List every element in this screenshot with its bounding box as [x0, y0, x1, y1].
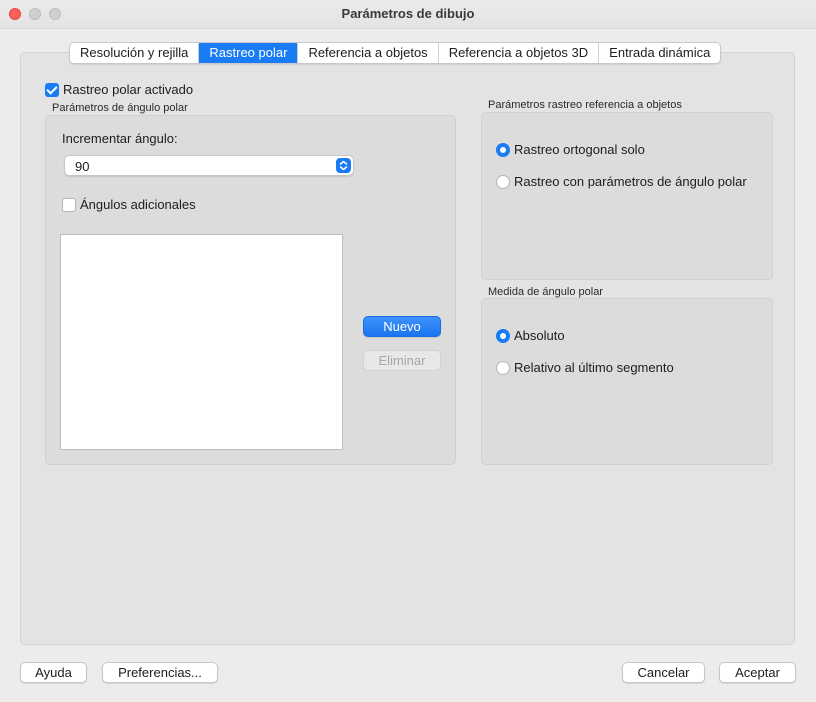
orthogonal-only-label: Rastreo ortogonal solo — [514, 142, 645, 157]
help-button[interactable]: Ayuda — [20, 662, 87, 683]
polar-angle-group-title: Parámetros de ángulo polar — [52, 102, 188, 114]
tab-resolucion-rejilla[interactable]: Resolución y rejilla — [70, 43, 198, 63]
dialog-window: Parámetros de dibujo Resolución y rejill… — [0, 0, 816, 702]
accept-button[interactable]: Aceptar — [719, 662, 796, 683]
tab-referencia-objetos-3d[interactable]: Referencia a objetos 3D — [437, 43, 598, 63]
polar-enabled-label: Rastreo polar activado — [63, 82, 194, 97]
preferences-button[interactable]: Preferencias... — [102, 662, 218, 683]
objsnap-group — [481, 112, 773, 280]
polar-angle-tracking-label: Rastreo con parámetros de ángulo polar — [514, 174, 747, 189]
chevron-up-down-icon — [336, 158, 351, 173]
delete-angle-button[interactable]: Eliminar — [363, 350, 441, 371]
cancel-button[interactable]: Cancelar — [622, 662, 705, 683]
relative-last-segment-radio[interactable] — [496, 361, 510, 375]
additional-angles-checkbox[interactable] — [62, 198, 76, 212]
absolute-radio[interactable] — [496, 329, 510, 343]
polar-enabled-checkbox[interactable] — [45, 83, 59, 97]
measure-group-title: Medida de ángulo polar — [488, 286, 603, 298]
window-title: Parámetros de dibujo — [341, 6, 475, 21]
tab-entrada-dinamica[interactable]: Entrada dinámica — [598, 43, 720, 63]
measure-group — [481, 298, 773, 465]
additional-angles-list[interactable] — [60, 234, 343, 450]
relative-last-segment-label: Relativo al último segmento — [514, 360, 674, 375]
orthogonal-only-radio[interactable] — [496, 143, 510, 157]
increment-angle-value: 90 — [75, 159, 90, 174]
objsnap-group-title: Parámetros rastreo referencia a objetos — [488, 99, 682, 111]
polar-angle-tracking-radio[interactable] — [496, 175, 510, 189]
tab-rastreo-polar[interactable]: Rastreo polar — [198, 43, 298, 63]
tab-referencia-objetos[interactable]: Referencia a objetos — [297, 43, 437, 63]
increment-angle-select[interactable]: 90 — [64, 155, 354, 176]
increment-angle-label: Incrementar ángulo: — [62, 131, 178, 146]
additional-angles-label: Ángulos adicionales — [80, 197, 196, 212]
absolute-label: Absoluto — [514, 328, 565, 343]
title-bar: Parámetros de dibujo — [0, 0, 816, 29]
tab-bar: Resolución y rejilla Rastreo polar Refer… — [69, 42, 722, 64]
new-angle-button[interactable]: Nuevo — [363, 316, 441, 337]
